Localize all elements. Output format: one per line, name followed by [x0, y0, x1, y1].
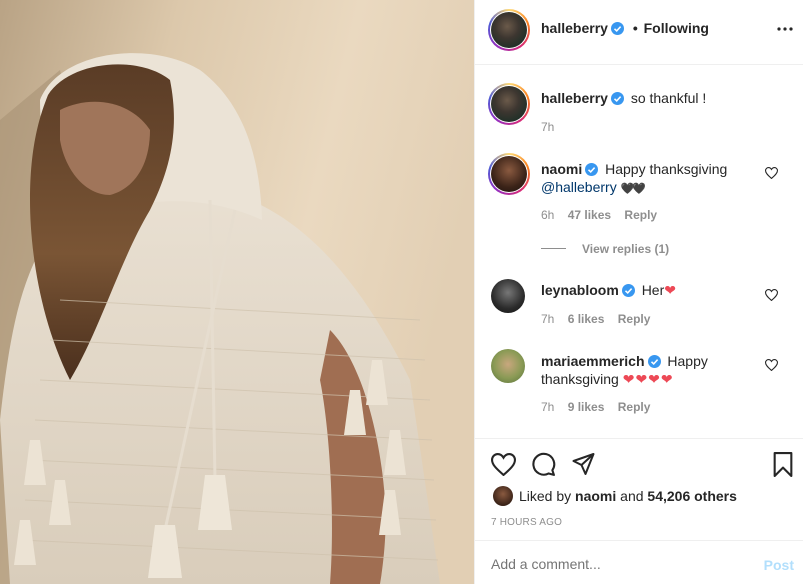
comment-text-continued: thanksgiving	[541, 371, 619, 387]
verified-badge-icon	[647, 355, 661, 368]
comment-likes[interactable]: 9 likes	[568, 400, 605, 414]
post-header: halleberry • Following	[475, 0, 803, 65]
like-comment-heart-icon[interactable]	[765, 359, 778, 371]
liked-by-prefix: Liked by	[519, 488, 572, 504]
comment-likes[interactable]: 6 likes	[568, 312, 605, 326]
comment-username[interactable]: leynabloom	[541, 282, 619, 298]
comment-bubble-icon[interactable]	[531, 452, 556, 477]
post-photo-illustration	[0, 0, 474, 584]
comment-text: Happy	[667, 353, 708, 369]
liked-by-summary: Liked by naomi and 54,206 others	[519, 488, 737, 504]
comment-emoji: ❤❤❤❤	[622, 371, 674, 387]
comment-time[interactable]: 7h	[541, 312, 554, 326]
more-options-icon[interactable]	[777, 26, 793, 32]
liked-by-user[interactable]: naomi	[575, 488, 616, 504]
view-replies-line	[541, 248, 566, 249]
reply-button[interactable]: Reply	[618, 312, 651, 326]
like-heart-icon[interactable]	[491, 453, 516, 476]
verified-badge-icon	[585, 163, 599, 176]
caption-row: halleberry so thankful !	[541, 90, 706, 106]
like-comment-heart-icon[interactable]	[765, 289, 778, 301]
comment-text: Happy thanksgiving	[605, 161, 728, 177]
verified-badge-icon	[621, 284, 635, 297]
share-direct-icon[interactable]	[571, 452, 596, 476]
post-photo[interactable]	[0, 0, 474, 584]
add-comment-form: Post	[475, 540, 803, 584]
comment-username[interactable]: naomi	[541, 161, 582, 177]
caption-text: so thankful !	[630, 90, 707, 106]
author-username[interactable]: halleberry	[541, 20, 608, 36]
comment-avatar-leynabloom[interactable]	[491, 279, 525, 313]
caption-username[interactable]: halleberry	[541, 90, 608, 106]
author-avatar[interactable]	[488, 9, 530, 51]
post-comment-button[interactable]: Post	[764, 557, 794, 573]
liked-by-count[interactable]: 54,206 others	[647, 488, 737, 504]
comment-avatar-mariaemmerich[interactable]	[491, 349, 525, 383]
comment-meta-naomi: 6h 47 likes Reply	[541, 208, 657, 222]
caption-avatar[interactable]	[488, 83, 530, 125]
post-timestamp[interactable]: 7 HOURS AGO	[491, 517, 562, 528]
reply-button[interactable]: Reply	[624, 208, 657, 222]
comment-text: Her	[641, 282, 665, 298]
following-button[interactable]: Following	[644, 20, 709, 36]
post-side-panel: halleberry • Following halleberry so tha…	[474, 0, 803, 584]
comment-naomi: naomi Happy thanksgiving @halleberry 🖤🖤	[541, 160, 761, 198]
comment-avatar-naomi[interactable]	[488, 153, 530, 195]
comment-username[interactable]: mariaemmerich	[541, 353, 645, 369]
comment-mention[interactable]: @halleberry	[541, 179, 617, 195]
comment-time[interactable]: 7h	[541, 400, 554, 414]
comment-mariaemmerich: mariaemmerich Happy thanksgiving ❤❤❤❤	[541, 352, 741, 388]
comment-likes[interactable]: 47 likes	[568, 208, 611, 222]
author-row: halleberry • Following	[541, 20, 709, 36]
comment-emoji: 🖤🖤	[620, 183, 646, 195]
comment-leynabloom: leynabloom Her❤	[541, 282, 676, 299]
reply-button[interactable]: Reply	[618, 400, 651, 414]
add-comment-input[interactable]	[491, 556, 741, 572]
follow-separator: •	[632, 20, 638, 36]
instagram-post-modal: halleberry • Following halleberry so tha…	[0, 0, 803, 584]
like-comment-heart-icon[interactable]	[765, 167, 778, 179]
verified-badge-icon	[610, 92, 624, 105]
verified-badge-icon	[610, 22, 624, 35]
liker-avatar[interactable]	[493, 486, 513, 506]
liked-by-and: and	[620, 488, 644, 504]
save-bookmark-icon[interactable]	[772, 452, 794, 477]
comment-emoji: ❤	[664, 282, 676, 298]
caption-time[interactable]: 7h	[541, 120, 554, 134]
comment-meta-leynabloom: 7h 6 likes Reply	[541, 312, 650, 326]
view-replies-button[interactable]: View replies (1)	[582, 242, 669, 256]
comment-meta-mariaemmerich: 7h 9 likes Reply	[541, 400, 650, 414]
comment-time[interactable]: 6h	[541, 208, 554, 222]
